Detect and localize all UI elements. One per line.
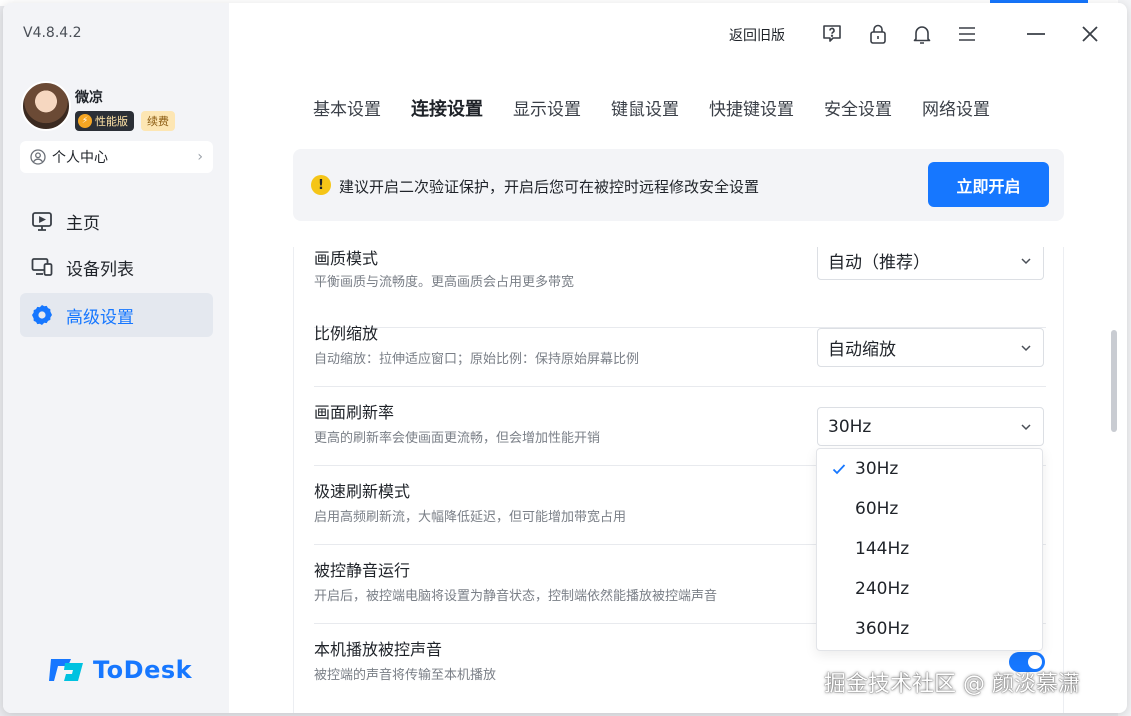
- profile-center-button[interactable]: 个人中心 ›: [20, 141, 213, 173]
- option-label: 60Hz: [855, 499, 899, 519]
- tab-basic[interactable]: 基本设置: [313, 95, 381, 125]
- select-value: 30Hz: [828, 416, 872, 437]
- menu-icon[interactable]: [956, 23, 978, 45]
- refresh-option-60hz[interactable]: 60Hz: [817, 489, 1042, 529]
- chevron-right-icon: ›: [197, 149, 203, 165]
- enable-now-button[interactable]: 立即开启: [928, 162, 1049, 207]
- help-icon[interactable]: [821, 23, 843, 45]
- tab-keyboard-mouse[interactable]: 键鼠设置: [611, 95, 679, 125]
- setting-desc: 启用高频刷新流，大幅降低延迟，但可能增加带宽占用: [314, 510, 627, 525]
- refresh-rate-dropdown: 30Hz 60Hz 144Hz 240Hz 360Hz: [816, 448, 1043, 651]
- plan-badge-label: 性能版: [95, 115, 128, 128]
- refresh-option-240hz[interactable]: 240Hz: [817, 569, 1042, 609]
- sidebar-item-home[interactable]: 主页: [20, 199, 213, 243]
- tab-network[interactable]: 网络设置: [922, 95, 990, 125]
- option-label: 144Hz: [855, 539, 910, 559]
- security-notice-banner: ! 建议开启二次验证保护，开启后您可在被控时远程修改安全设置 立即开启: [293, 149, 1064, 221]
- option-label: 30Hz: [855, 459, 899, 479]
- scrollbar[interactable]: [1111, 330, 1117, 432]
- plan-badge[interactable]: ⚡ 性能版: [75, 111, 134, 131]
- sidebar: V4.8.4.2 微凉 ⚡ 性能版 续费 个人中心 › 主页 设备列表 高级设置…: [3, 3, 229, 713]
- todesk-logo: ToDesk: [47, 655, 192, 685]
- setting-title: 本机播放被控声音: [314, 640, 443, 659]
- setting-title: 画质模式: [314, 249, 379, 268]
- setting-desc: 更高的刷新率会使画面更流畅，但会增加性能开销: [314, 431, 601, 446]
- setting-desc: 平衡画质与流畅度。更高画质会占用更多带宽: [314, 275, 575, 290]
- back-to-old-version-link[interactable]: 返回旧版: [729, 25, 785, 45]
- chevron-down-icon: [1021, 257, 1031, 264]
- setting-title: 画面刷新率: [314, 403, 395, 422]
- bell-icon[interactable]: [911, 23, 933, 45]
- renew-badge[interactable]: 续费: [141, 111, 175, 131]
- avatar[interactable]: [21, 81, 71, 131]
- option-label: 360Hz: [855, 619, 910, 639]
- app-version: V4.8.4.2: [23, 25, 82, 41]
- quality-mode-select[interactable]: 自动（推荐）: [817, 247, 1044, 280]
- profile-center-label: 个人中心: [52, 150, 108, 166]
- setting-desc: 自动缩放：拉伸适应窗口；原始比例：保持原始屏幕比例: [314, 352, 640, 367]
- refresh-option-360hz[interactable]: 360Hz: [817, 609, 1042, 649]
- monitor-icon: [32, 212, 52, 231]
- close-icon[interactable]: [1079, 23, 1101, 45]
- tab-security[interactable]: 安全设置: [824, 95, 892, 125]
- sidebar-item-label: 主页: [66, 213, 100, 234]
- option-label: 240Hz: [855, 579, 910, 599]
- tab-shortcuts[interactable]: 快捷键设置: [709, 95, 794, 125]
- refresh-option-30hz[interactable]: 30Hz: [817, 449, 1042, 489]
- setting-title: 比例缩放: [314, 324, 379, 343]
- setting-title: 被控静音运行: [314, 561, 411, 580]
- select-value: 自动（推荐）: [828, 253, 930, 273]
- select-value: 自动缩放: [828, 340, 896, 360]
- watermark: 掘金技术社区 @ 颜淡慕潇: [824, 672, 1080, 697]
- minimize-icon[interactable]: [1025, 23, 1047, 45]
- bolt-icon: ⚡: [78, 114, 92, 128]
- scale-select[interactable]: 自动缩放: [817, 328, 1044, 367]
- devices-icon: [31, 258, 53, 276]
- refresh-rate-select[interactable]: 30Hz: [817, 407, 1044, 446]
- setting-title: 极速刷新模式: [314, 482, 411, 501]
- chevron-down-icon: [1021, 423, 1031, 430]
- user-icon: [30, 149, 46, 165]
- tab-display[interactable]: 显示设置: [513, 95, 581, 125]
- username: 微凉: [75, 90, 103, 106]
- tab-connection[interactable]: 连接设置: [411, 95, 483, 125]
- setting-desc: 被控端的声音将传输至本机播放: [314, 668, 497, 683]
- logo-text: ToDesk: [93, 656, 193, 684]
- sidebar-item-label: 设备列表: [66, 259, 134, 280]
- setting-desc: 开启后，被控端电脑将设置为静音状态，控制端依然能播放被控端声音: [314, 589, 718, 604]
- chevron-down-icon: [1021, 344, 1031, 351]
- todesk-window: V4.8.4.2 微凉 ⚡ 性能版 续费 个人中心 › 主页 设备列表 高级设置…: [3, 3, 1127, 713]
- sidebar-item-devices[interactable]: 设备列表: [20, 245, 213, 289]
- notice-message: 建议开启二次验证保护，开启后您可在被控时远程修改安全设置: [339, 178, 760, 196]
- settings-tabs: 基本设置 连接设置 显示设置 键鼠设置 快捷键设置 安全设置 网络设置: [313, 95, 1020, 125]
- todesk-logo-icon: [49, 659, 83, 681]
- warning-icon: !: [311, 175, 331, 195]
- refresh-option-144hz[interactable]: 144Hz: [817, 529, 1042, 569]
- sidebar-item-label: 高级设置: [66, 307, 134, 328]
- setting-row-scale: 比例缩放 自动缩放：拉伸适应窗口；原始比例：保持原始屏幕比例 自动缩放: [314, 308, 1046, 387]
- gear-icon: [32, 305, 52, 325]
- check-icon: [832, 464, 846, 475]
- sidebar-item-advanced-settings[interactable]: 高级设置: [20, 293, 213, 337]
- lock-icon[interactable]: [867, 23, 889, 45]
